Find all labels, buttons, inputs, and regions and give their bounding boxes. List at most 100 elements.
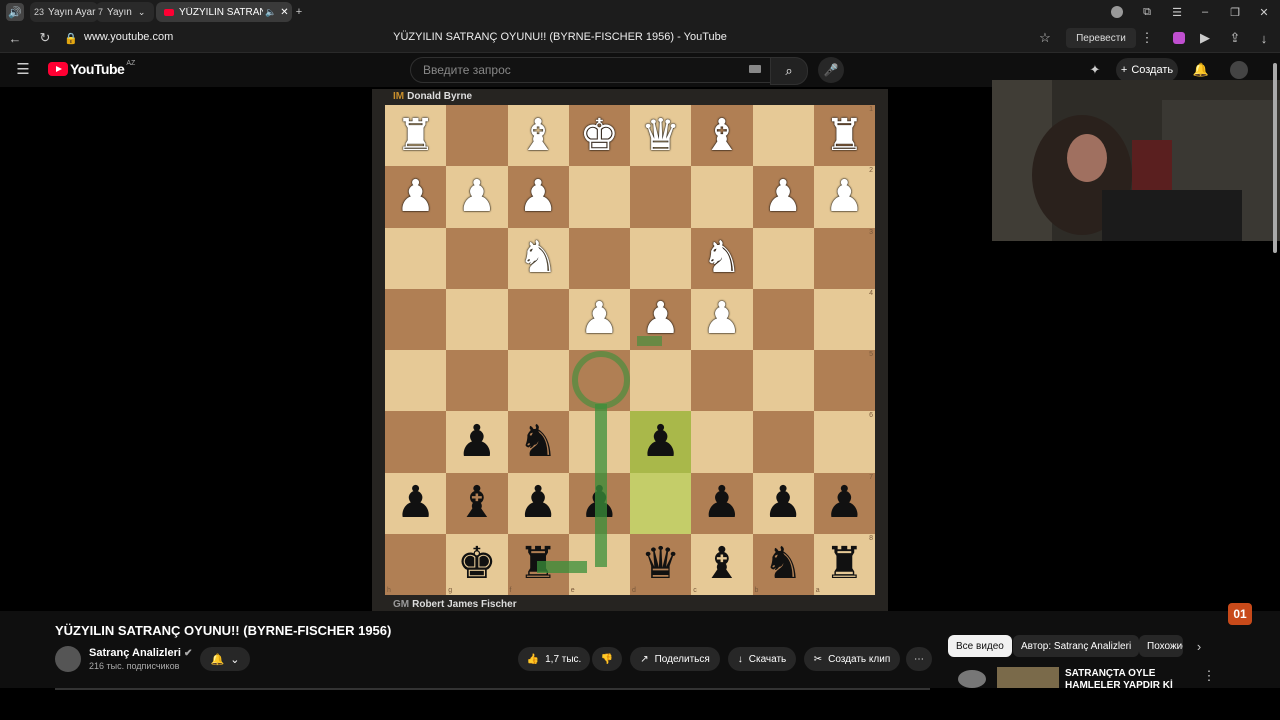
dislike-button[interactable]: 👎 xyxy=(592,647,622,671)
board-square xyxy=(752,288,814,350)
reload-icon[interactable]: ↻ xyxy=(36,29,54,47)
clip-button[interactable]: ✂ Создать клип xyxy=(804,647,900,671)
rank-label: 3 xyxy=(869,228,873,236)
download-label: Скачать xyxy=(748,653,787,665)
file-label: h xyxy=(387,587,391,594)
more-actions-button[interactable]: ⋯ xyxy=(906,647,932,671)
translate-button[interactable]: Перевести xyxy=(1066,28,1136,48)
create-button[interactable]: + Создать xyxy=(1116,58,1178,82)
rec-channel-avatar[interactable] xyxy=(958,670,986,688)
more-icon[interactable]: ⋮ xyxy=(1138,29,1156,47)
file-label: e xyxy=(570,587,575,594)
board-square: ♟ xyxy=(385,166,447,228)
menu-list-icon[interactable]: ☰ xyxy=(1168,3,1186,21)
rec-thumbnail[interactable] xyxy=(997,667,1059,689)
tab-group-yayin-ayar[interactable]: 23 Yayın Ayar xyxy=(30,2,98,22)
file-label: a xyxy=(815,587,820,594)
board-square: ♟ xyxy=(507,166,569,228)
white-pawn-icon: ♟ xyxy=(763,171,803,221)
translate-label: Перевести xyxy=(1076,32,1126,44)
close-window-icon[interactable]: ✕ xyxy=(1255,3,1273,21)
channel-name-link[interactable]: Satranç Analizleri ✔ xyxy=(89,647,192,659)
minimize-icon[interactable]: – xyxy=(1196,3,1214,21)
audio-icon[interactable]: 🔈 xyxy=(265,7,276,18)
chip-all-videos[interactable]: Все видео xyxy=(948,635,1012,657)
tab-active-video[interactable]: YÜZYILIN SATRANÇ 🔈 ✕ xyxy=(156,2,292,22)
notifications-bell-icon[interactable]: 🔔 xyxy=(1192,61,1210,79)
site-info-icon[interactable]: 🔒 xyxy=(62,29,80,47)
rec-more-icon[interactable]: ⋮ xyxy=(1200,667,1218,685)
rec-video-title[interactable]: SATRANÇTA ÖYLE HAMLELER YAPDIR Kİ DERİNL… xyxy=(1065,668,1205,688)
url-field[interactable]: www.youtube.com xyxy=(84,31,173,43)
youtube-logo[interactable]: YouTube AZ xyxy=(48,60,135,77)
share-button[interactable]: ↗ Поделиться xyxy=(630,647,720,671)
voice-search-button[interactable]: 🎤 xyxy=(818,57,844,83)
board-square xyxy=(568,411,630,473)
back-icon[interactable]: ← xyxy=(6,29,24,47)
page-scrollbar[interactable] xyxy=(1272,53,1278,687)
search-button[interactable]: ⌕ xyxy=(770,57,808,85)
download-icon: ↓ xyxy=(737,653,743,665)
bell-icon: 🔔 xyxy=(210,653,225,666)
chip-author[interactable]: Автор: Satranç Analizleri xyxy=(1013,635,1140,657)
white-pawn-icon: ♟ xyxy=(824,171,865,221)
speaker-icon[interactable]: 🔊 xyxy=(6,3,24,21)
board-square: ♟ xyxy=(752,472,814,534)
black-pawn-icon: ♟ xyxy=(763,478,803,528)
new-tab-icon[interactable]: + xyxy=(290,3,308,21)
close-tab-icon[interactable]: ✕ xyxy=(280,7,288,18)
tab-group-yayin[interactable]: 7 Yayın ⌄ xyxy=(96,2,154,22)
board-square xyxy=(752,227,814,289)
search-input[interactable] xyxy=(421,62,735,78)
board-square: ♟ xyxy=(568,288,630,350)
tab-label: Yayın xyxy=(107,6,132,18)
media-icon[interactable]: ▶ xyxy=(1196,29,1214,47)
board-square xyxy=(752,105,814,167)
board-square xyxy=(507,288,569,350)
collections-icon[interactable]: ⧉ xyxy=(1138,3,1156,21)
like-button[interactable]: 👍 1,7 тыс. xyxy=(518,647,590,671)
logo-text: YouTube xyxy=(70,61,125,77)
scissors-icon: ✂ xyxy=(813,653,823,665)
share-label: Поделиться xyxy=(654,653,710,665)
board-square xyxy=(385,288,447,350)
board-square: ♟ xyxy=(507,472,569,534)
white-pawn-icon: ♟ xyxy=(640,294,681,344)
subscriber-count: 216 тыс. подписчиков xyxy=(89,661,180,671)
rank-label: 8 xyxy=(869,534,873,542)
white-pawn-icon: ♟ xyxy=(457,171,497,221)
profile-icon[interactable] xyxy=(1108,3,1126,21)
search-box xyxy=(410,57,772,83)
scrollbar-thumb[interactable] xyxy=(1273,63,1277,253)
bookmark-icon[interactable]: ☆ xyxy=(1036,29,1054,47)
restore-icon[interactable]: ❐ xyxy=(1226,3,1244,21)
tab-label: Yayın Ayar xyxy=(48,6,96,18)
clip-label: Создать клип xyxy=(828,653,891,665)
share-page-icon[interactable]: ⇪ xyxy=(1226,29,1244,47)
board-square: ♟ xyxy=(385,472,447,534)
youtube-play-icon xyxy=(48,62,68,76)
board-square xyxy=(446,288,508,350)
download-button[interactable]: ↓ Скачать xyxy=(728,647,796,671)
board-square xyxy=(630,472,692,534)
subscription-bell-button[interactable]: 🔔 ⌄ xyxy=(200,647,250,671)
white-rook-icon: ♜ xyxy=(395,110,436,160)
ai-sparkle-icon[interactable]: ✦ xyxy=(1086,61,1104,79)
download-icon[interactable]: ↓ xyxy=(1255,29,1273,47)
hamburger-menu-icon[interactable]: ☰ xyxy=(14,60,32,78)
board-square: ♟ xyxy=(630,288,692,350)
chevron-right-icon[interactable]: › xyxy=(1190,637,1208,655)
keyboard-icon[interactable] xyxy=(749,65,761,73)
black-pawn-icon: ♟ xyxy=(395,478,436,528)
white-queen-icon: ♛ xyxy=(640,110,681,160)
board-square xyxy=(385,227,447,289)
board-square: ♝ xyxy=(446,472,508,534)
browser-tab-bar: 🔊 23 Yayın Ayar 7 Yayın ⌄ YÜZYILIN SATRA… xyxy=(0,0,1280,24)
extension-icon[interactable] xyxy=(1170,29,1188,47)
account-avatar[interactable] xyxy=(1230,61,1248,79)
below-fold-strip xyxy=(0,688,1280,720)
rank-label: 4 xyxy=(869,289,873,297)
channel-avatar[interactable] xyxy=(55,646,81,672)
board-square xyxy=(568,350,630,412)
chip-related[interactable]: Похожие xyxy=(1139,635,1183,657)
